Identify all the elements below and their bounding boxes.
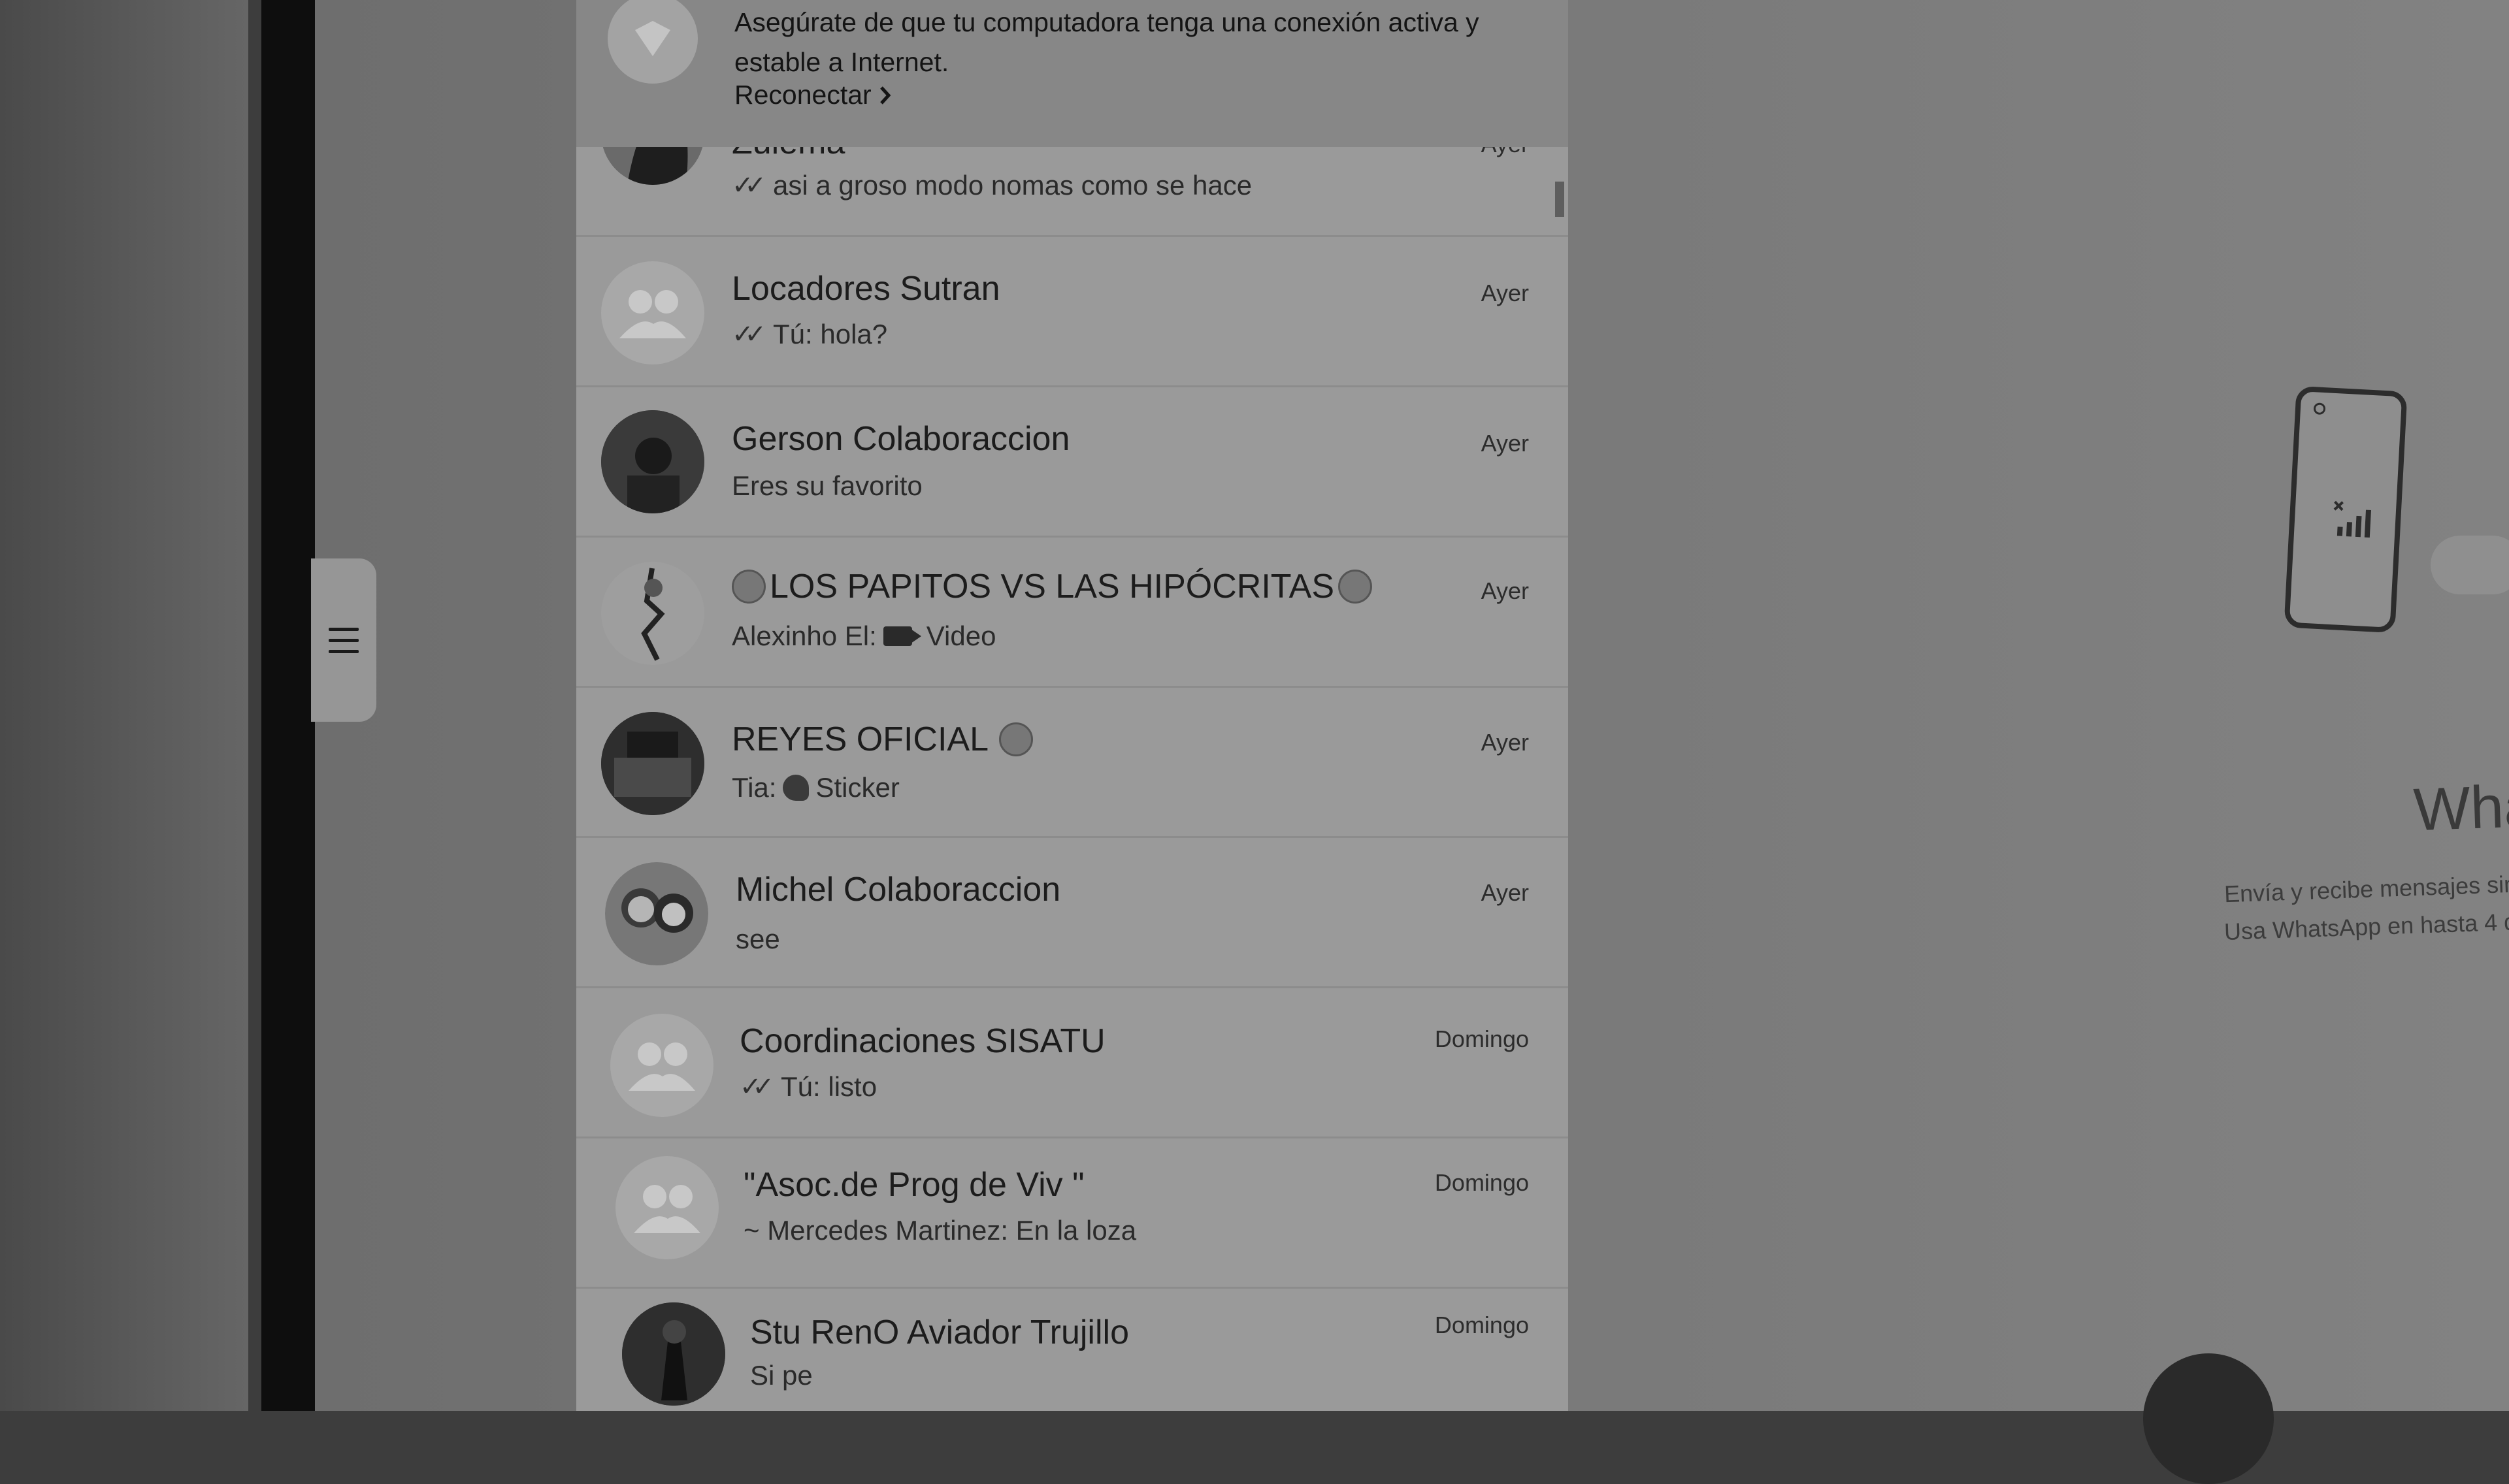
group-avatar-icon (615, 1156, 719, 1259)
chat-name: Gerson Colaboraccion (732, 420, 1070, 458)
chat-name: Locadores Sutran (732, 270, 1000, 308)
chat-preview: Video (926, 621, 996, 651)
avatar (622, 1302, 725, 1406)
reconnect-link[interactable]: Reconectar (734, 80, 891, 110)
chat-time: Ayer (1481, 430, 1529, 457)
emoji-icon (732, 570, 766, 604)
chat-row[interactable]: Gerson Colaboraccion Eres su favorito Ay… (576, 385, 1568, 538)
chat-preview-line: Alexinho El: Video (732, 621, 996, 652)
chat-time: Domingo (1434, 1169, 1529, 1196)
alert-icon (608, 0, 698, 84)
banner-message: Asegúrate de que tu computadora tenga un… (734, 7, 1479, 77)
chat-name: LOS PAPITOS VS LAS HIPÓCRITAS (770, 568, 1335, 605)
monitor-bezel (261, 0, 319, 1411)
video-camera-icon (883, 626, 921, 646)
chat-preview: Tú: hola? (773, 319, 888, 349)
chat-preview-line: Tia: Sticker (732, 772, 900, 803)
hamburger-menu-icon (329, 620, 359, 661)
chat-preview: asi a groso modo nomas como se hace (773, 170, 1253, 201)
chat-time: Ayer (1481, 280, 1529, 306)
double-check-icon: ✓✓ (732, 320, 766, 349)
group-avatar-icon (610, 1014, 713, 1117)
chat-name: "Asoc.de Prog de Viv " (744, 1166, 1085, 1204)
cloud-icon (2431, 536, 2509, 594)
chat-preview: Sticker (815, 772, 900, 803)
chat-row[interactable]: LOS PAPITOS VS LAS HIPÓCRITAS Alexinho E… (576, 536, 1568, 688)
chat-name: REYES OFICIAL (732, 720, 989, 758)
chat-preview-line: ✓✓ Tú: hola? (732, 319, 887, 350)
chat-preview: Tú: listo (781, 1071, 877, 1102)
scrollbar-thumb[interactable] (1555, 182, 1564, 217)
chat-time: Domingo (1434, 1025, 1529, 1052)
avatar (601, 712, 704, 815)
chat-name-line: REYES OFICIAL (732, 720, 1033, 759)
phone-camera (2313, 402, 2326, 415)
chat-name: Coordinaciones SISATU (740, 1022, 1106, 1060)
chat-preview-line: ✓✓ Tú: listo (740, 1071, 877, 1103)
chat-row[interactable]: "Asoc.de Prog de Viv " ~ Mercedes Martin… (576, 1137, 1568, 1289)
phone-no-signal-icon (2284, 385, 2408, 634)
chat-name: Stu RenO Aviador Trujillo (750, 1314, 1129, 1351)
chat-row[interactable]: Coordinaciones SISATU ✓✓ Tú: listo Domin… (576, 986, 1568, 1138)
group-avatar-icon (601, 261, 704, 364)
chat-row[interactable]: Michel Colaboraccion see Ayer (576, 836, 1568, 988)
chat-time: Ayer (1481, 729, 1529, 756)
background-wall (0, 0, 248, 1411)
chat-row[interactable]: Stu RenO Aviador Trujillo Si pe Domingo (576, 1280, 1568, 1411)
chat-sender: Tia: (732, 772, 777, 803)
chevron-right-icon (879, 86, 891, 105)
chat-name-line: LOS PAPITOS VS LAS HIPÓCRITAS (732, 567, 1373, 606)
chat-row[interactable]: REYES OFICIAL Tia: Sticker Ayer (576, 686, 1568, 838)
avatar (601, 410, 704, 513)
emoji-icon (999, 722, 1033, 756)
chat-list-panel: Asegúrate de que tu computadora tenga un… (576, 0, 1568, 1411)
chat-time: Domingo (1434, 1312, 1529, 1338)
reconnect-label: Reconectar (734, 80, 872, 110)
connection-warning-banner: Asegúrate de que tu computadora tenga un… (576, 0, 1568, 147)
sticker-icon (783, 775, 810, 801)
chat-preview-line: ✓✓ asi a groso modo nomas como se hace (732, 170, 1252, 201)
double-check-icon: ✓✓ (740, 1073, 774, 1101)
emoji-icon (1338, 570, 1373, 604)
welcome-title: Wha (2412, 772, 2509, 844)
avatar (605, 862, 708, 965)
chat-sender: Alexinho El: (732, 621, 877, 651)
chat-time: Ayer (1481, 577, 1529, 604)
chat-preview: Si pe (750, 1360, 813, 1391)
hamburger-menu-button[interactable] (311, 558, 376, 722)
double-check-icon: ✓✓ (732, 171, 766, 200)
chat-time: Ayer (1481, 879, 1529, 906)
signal-icon (2333, 500, 2371, 538)
chat-row[interactable]: Locadores Sutran ✓✓ Tú: hola? Ayer (576, 235, 1568, 387)
floating-action-button[interactable] (2143, 1353, 2274, 1484)
avatar (601, 562, 704, 665)
chat-name: Michel Colaboraccion (736, 871, 1061, 909)
chat-preview: Eres su favorito (732, 470, 923, 501)
chat-preview: see (736, 924, 780, 954)
chat-preview: ~ Mercedes Martinez: En la loza (744, 1215, 1137, 1246)
